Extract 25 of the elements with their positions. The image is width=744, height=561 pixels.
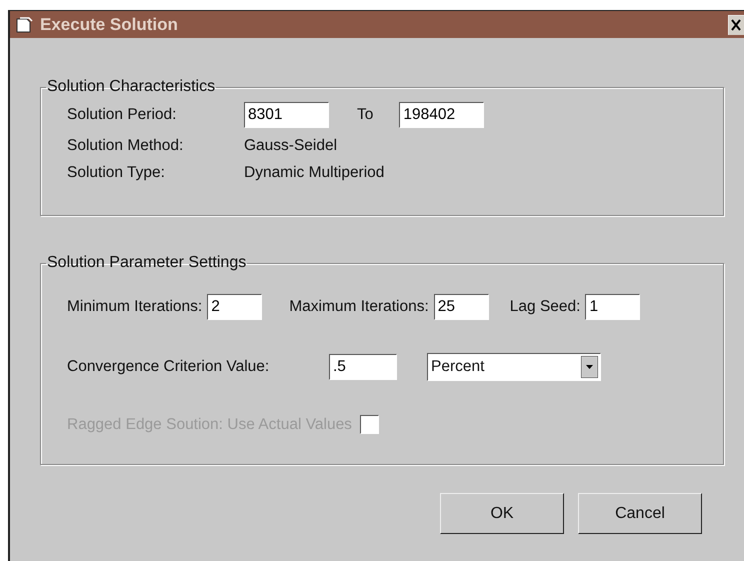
input-field[interactable]: 2 <box>207 294 262 320</box>
dropdown-arrow-icon[interactable] <box>581 356 598 378</box>
field-label: Convergence Criterion Value: <box>67 358 270 376</box>
window-icon <box>16 16 34 32</box>
field-label: Solution Period: <box>67 106 178 124</box>
field-label: Lag Seed: <box>510 298 580 316</box>
window-title: Execute Solution <box>40 14 179 34</box>
input-field[interactable]: 1 <box>585 294 640 320</box>
field-label: Solution Type: <box>67 164 166 182</box>
dialog-button[interactable]: Cancel <box>578 493 702 534</box>
field-value: Gauss-Seidel <box>244 137 338 155</box>
field-label: Maximum Iterations: <box>289 298 429 316</box>
field-value: Dynamic Multiperiod <box>244 164 384 182</box>
dialog-button[interactable]: OK <box>440 493 564 534</box>
field-label: Solution Method: <box>67 137 184 155</box>
field-label: Minimum Iterations: <box>67 298 202 316</box>
unit-dropdown[interactable]: Percent <box>427 353 601 381</box>
input-field[interactable]: .5 <box>329 354 397 380</box>
input-field[interactable]: 25 <box>434 294 489 320</box>
field-label: To <box>357 106 374 124</box>
group-title: Solution Parameter Settings <box>46 254 248 272</box>
input-field[interactable]: 8301 <box>244 102 329 128</box>
group-title: Solution Characteristics <box>46 78 216 96</box>
input-field[interactable]: 198402 <box>399 102 484 128</box>
close-button[interactable] <box>728 14 744 34</box>
